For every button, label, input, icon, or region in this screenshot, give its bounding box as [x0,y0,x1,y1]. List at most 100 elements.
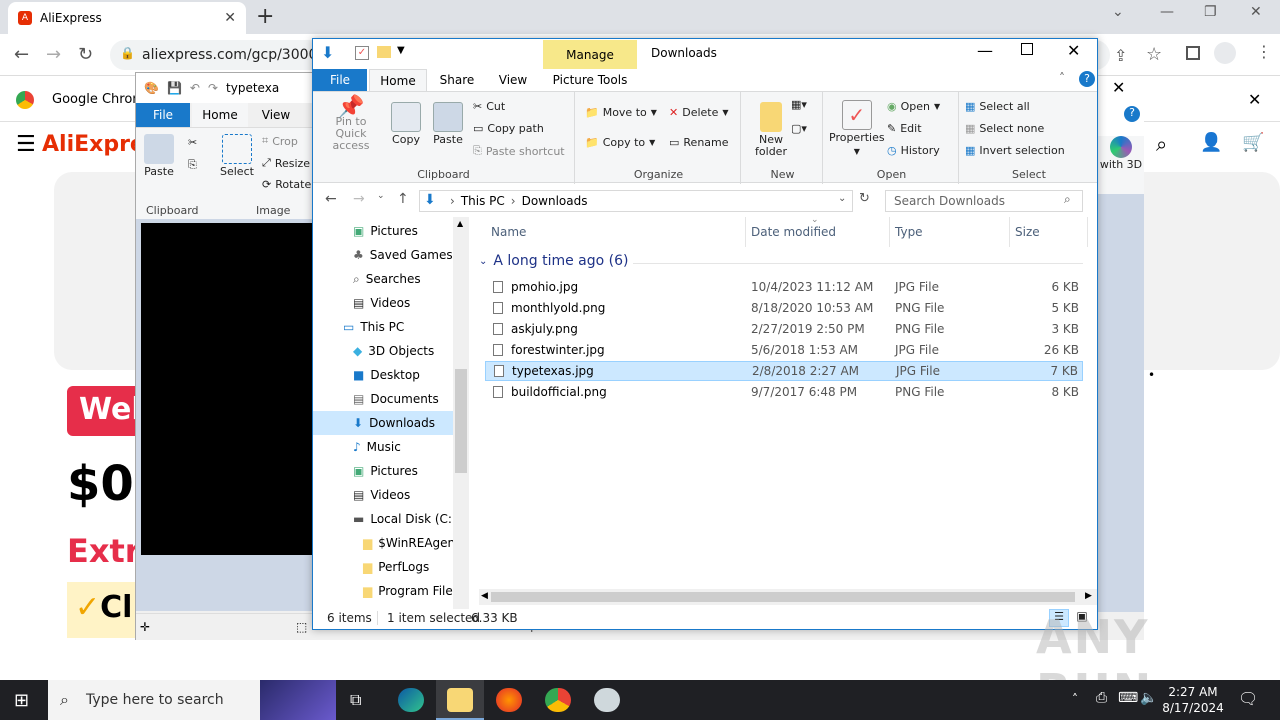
ribbon-collapse-icon[interactable]: ˄ [1059,71,1065,85]
paste-button[interactable]: Paste [433,102,463,146]
resize-button[interactable]: ⤢ Resize [262,156,310,170]
windows-start-icon[interactable]: ⊞ [14,690,29,711]
menu-icon[interactable]: ⋮ [1256,42,1272,61]
nav-item-program-files[interactable]: ▆ Program Files [363,579,459,603]
properties-button[interactable]: ✓ Properties ▼ [829,100,885,158]
column-header-size[interactable]: Size [1015,225,1040,239]
address-dropdown-icon[interactable]: ⌄ [838,193,846,204]
minimize-button[interactable]: — [1160,4,1174,20]
nav-item-perflogs[interactable]: ▆ PerfLogs [363,555,429,579]
side-panel-icon[interactable] [1186,46,1200,60]
hamburger-menu-icon[interactable]: ☰ [16,132,36,157]
new-folder-button[interactable]: New folder [751,102,791,158]
horizontal-scrollbar[interactable]: ◀ ▶ [479,589,1097,605]
nav-item-saved-games[interactable]: ♣ Saved Games [353,243,453,267]
file-row[interactable]: monthlyold.png 8/18/2020 10:53 AM PNG File… [485,298,1083,318]
share-icon[interactable]: ⇪ [1114,46,1127,65]
horizontal-scroll-thumb[interactable] [491,592,1075,602]
copy-icon[interactable]: ⎘ [188,158,197,172]
explorer-maximize-button[interactable] [1021,43,1033,55]
paint-help-icon[interactable]: ? [1124,106,1140,122]
reload-icon[interactable]: ↻ [78,44,93,65]
refresh-icon[interactable]: ↻ [859,191,870,206]
cut-button[interactable]: ✂ Cut [473,100,505,113]
paint-tab-view[interactable]: View [250,103,302,127]
easy-access-icon[interactable]: ▢▾ [791,122,807,135]
volume-icon[interactable]: 🔈 [1140,690,1157,706]
open-button[interactable]: ◉ Open ▼ [887,100,940,113]
tab-search-icon[interactable]: ⌄ [1112,4,1124,20]
notifications-icon[interactable]: 🗨 [1238,689,1258,708]
redo-icon[interactable]: ↷ [208,81,218,95]
browser-tab[interactable]: A AliExpress ✕ [8,2,246,34]
new-item-icon[interactable]: ▦▾ [791,98,807,111]
file-row[interactable]: forestwinter.jpg 5/6/2018 1:53 AM JPG File… [485,340,1083,360]
show-hidden-icons-icon[interactable]: ˄ [1072,692,1078,706]
network-icon[interactable]: ⌨ [1118,690,1138,706]
paint-select-button[interactable]: Select [220,134,254,178]
history-button[interactable]: ◷ History [887,144,940,157]
save-icon[interactable]: 💾 [167,81,182,95]
nav-item-videos[interactable]: ▤ Videos [353,291,410,315]
nav-item-3d-objects[interactable]: ◆ 3D Objects [353,339,434,363]
qa-dropdown-icon[interactable]: ▼ [397,45,405,56]
column-header-type[interactable]: Type [895,225,923,239]
paint-tab-file[interactable]: File [136,103,190,127]
explorer-minimize-button[interactable]: — [977,41,993,60]
account-icon[interactable]: 👤 [1200,132,1222,153]
copy-path-button[interactable]: ▭ Copy path [473,122,544,135]
nav-scroll-thumb[interactable] [455,369,467,473]
nav-item-pictures-2[interactable]: ▣ Pictures [353,459,418,483]
nav-item-documents[interactable]: ▤ Documents [353,387,439,411]
rotate-button[interactable]: ⟳ Rotate [262,178,311,191]
paint-close-icon[interactable]: ✕ [1112,78,1125,97]
up-arrow-icon[interactable]: ↑ [397,191,409,207]
nav-item-searches[interactable]: ⌕ Searches [353,267,421,291]
paint-canvas[interactable] [141,223,313,555]
help-icon[interactable]: ? [1079,71,1095,87]
delete-button[interactable]: ✕ Delete ▼ [669,106,729,119]
bookmark-star-icon[interactable]: ☆ [1146,44,1162,65]
recent-dropdown-icon[interactable]: ⌄ [377,191,385,201]
manage-context-tab[interactable]: Manage [543,40,637,69]
nav-item-videos-2[interactable]: ▤ Videos [353,483,410,507]
group-header[interactable]: ⌄ A long time ago (6) [479,253,628,269]
explorer-close-button[interactable]: ✕ [1067,41,1080,60]
column-header-date[interactable]: Date modified [751,225,836,239]
scroll-up-icon[interactable]: ▲ [457,219,463,228]
select-all-button[interactable]: ▦ Select all [965,100,1030,113]
rename-button[interactable]: ▭ Rename [669,136,729,149]
breadcrumb-this-pc[interactable]: This PC [461,194,505,208]
meet-now-icon[interactable]: ⎙ [1096,690,1107,706]
file-row-selected[interactable]: typetexas.jpg 2/8/2018 2:27 AM JPG File 7 K… [485,361,1083,381]
tab-picture-tools[interactable]: Picture Tools [543,69,637,91]
tab-file[interactable]: File [313,69,367,91]
column-header-name[interactable]: Name [491,225,526,239]
paint3d-button[interactable]: with 3D [1098,136,1144,194]
paint-tab-home[interactable]: Home [192,103,248,127]
paint-paste-button[interactable]: Paste [144,134,174,178]
scroll-left-icon[interactable]: ◀ [481,591,488,601]
chrome-taskbar-icon[interactable] [545,688,571,712]
search-icon[interactable]: ⌕ [1156,132,1167,156]
cut-icon[interactable]: ✂ [188,136,197,149]
bookmark-item[interactable]: Google Chrom [52,92,145,107]
close-button[interactable]: ✕ [1250,4,1262,20]
nav-item-this-pc[interactable]: ▭ This PC [343,315,404,339]
search-input[interactable]: Search Downloads ⌕ [885,190,1083,212]
tab-view[interactable]: View [487,69,539,91]
nav-item-local-disk[interactable]: ▬ Local Disk (C:) [353,507,457,531]
tab-share[interactable]: Share [431,69,483,91]
copy-to-button[interactable]: 📁 Copy to ▼ [585,136,655,149]
back-icon[interactable]: ← [14,44,29,65]
task-view-icon[interactable]: ⧉ [350,690,361,710]
nav-item-music[interactable]: ♪ Music [353,435,401,459]
paste-shortcut-button[interactable]: ⎘ Paste shortcut [473,144,565,158]
taskbar-search-input[interactable]: ⌕ Type here to search [48,680,336,720]
select-none-button[interactable]: ▦ Select none [965,122,1044,135]
properties-qa-icon[interactable]: ✓ [355,46,369,60]
forward-icon[interactable]: → [46,44,61,65]
edge-icon[interactable] [398,688,424,712]
file-row[interactable]: askjuly.png 2/27/2019 2:50 PM PNG File 3 KB [485,319,1083,339]
close-tab-icon[interactable]: ✕ [224,10,236,26]
